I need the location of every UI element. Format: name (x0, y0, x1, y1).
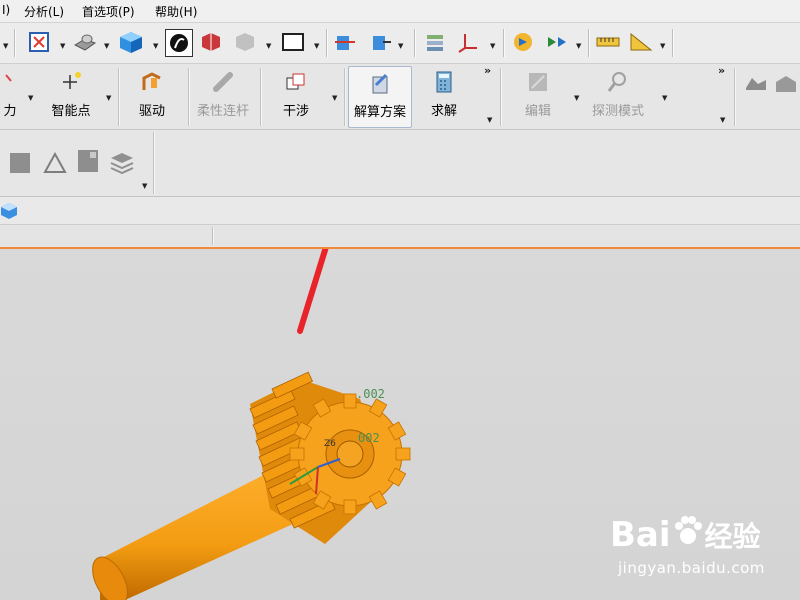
tab-strip (0, 225, 800, 249)
more-options-icon[interactable]: » (718, 64, 725, 77)
chevron-down-icon[interactable]: ▼ (487, 116, 492, 124)
ribbon-button-solve[interactable]: 求解 (420, 66, 468, 126)
secondary-toolbar: ▼ (0, 130, 800, 197)
flexible-link-icon (211, 70, 235, 94)
ribbon-button-interference[interactable]: 干涉 (270, 66, 322, 126)
watermark-url: jingyan.baidu.com (618, 559, 765, 577)
chevron-down-icon[interactable]: ▼ (398, 42, 403, 50)
more-options-icon[interactable]: » (484, 64, 491, 77)
ribbon-button-driver[interactable]: 驱动 (126, 66, 178, 126)
ribbon-label: 力 (3, 104, 17, 119)
part-cube-icon[interactable] (0, 202, 18, 223)
ribbon-label: 干涉 (282, 104, 309, 119)
probe-mode-icon (606, 70, 630, 94)
section-view-icon[interactable] (368, 29, 394, 55)
menu-item-analysis[interactable]: 分析(L) (24, 3, 64, 20)
chevron-down-icon[interactable]: ▼ (490, 42, 495, 50)
layer-settings-icon[interactable] (422, 29, 448, 55)
chevron-down-icon[interactable]: ▼ (576, 42, 581, 50)
ribbon-button-force[interactable]: 力 (0, 66, 20, 126)
ribbon-label: 柔性连杆 (196, 104, 249, 119)
chevron-down-icon[interactable]: ▼ (3, 42, 8, 50)
marker-label: 002 (358, 431, 380, 445)
menu-item-help[interactable]: 帮助(H) (155, 3, 197, 20)
shape-tools-icon (744, 70, 800, 94)
solve-icon (432, 70, 456, 94)
force-icon (0, 70, 22, 94)
motion-playback-icon[interactable] (510, 29, 536, 55)
menu-item-preferences[interactable]: 首选项(P) (82, 3, 135, 20)
translucent-icon[interactable] (232, 29, 258, 55)
angle-measure-icon[interactable] (628, 29, 654, 55)
chevron-down-icon[interactable]: ▼ (60, 42, 65, 50)
watermark-brand-cn: 经验 (704, 520, 761, 553)
view-toolbar: ▼ ▼ ▼ ▼ ▼ ▼ ▼ ▼ ▼ ▼ (0, 23, 800, 64)
ribbon-button-smart-point[interactable]: 智能点 (42, 66, 100, 126)
watermark-brand: Bai (610, 515, 671, 555)
chevron-down-icon[interactable]: ▼ (660, 42, 665, 50)
window-frame-icon[interactable] (280, 29, 306, 55)
orient-view-icon[interactable] (72, 29, 98, 55)
smart-point-icon (59, 70, 83, 94)
axis-label: Z6 (324, 439, 336, 449)
driver-icon (140, 70, 164, 94)
chevron-down-icon[interactable]: ▼ (720, 116, 725, 124)
ribbon-label: 探测模式 (591, 104, 644, 119)
edge-display-icon[interactable] (198, 29, 224, 55)
ribbon-label: 解算方案 (353, 105, 406, 120)
ribbon-label: 智能点 (51, 104, 91, 119)
ribbon-label: 求解 (430, 104, 457, 119)
fit-view-icon[interactable] (26, 29, 52, 55)
watermark-logo: Bai 经验 (610, 514, 761, 555)
stack-layers-icon[interactable] (108, 150, 136, 179)
marker-label: .002 (356, 387, 385, 401)
chevron-down-icon[interactable]: ▼ (662, 94, 667, 102)
measure-ruler-icon[interactable] (595, 29, 621, 55)
render-style-icon[interactable] (165, 29, 193, 57)
ribbon-label: 驱动 (138, 104, 165, 119)
chevron-down-icon[interactable]: ▼ (574, 94, 579, 102)
shaded-cube-icon[interactable] (118, 29, 144, 55)
chevron-down-icon[interactable]: ▼ (106, 94, 111, 102)
coordinate-system-icon[interactable] (456, 29, 482, 55)
solution-icon (368, 71, 392, 95)
interference-icon (284, 70, 308, 94)
chevron-down-icon[interactable]: ▼ (266, 42, 271, 50)
snap-view-icon[interactable] (332, 29, 358, 55)
chevron-down-icon[interactable]: ▼ (332, 94, 337, 102)
chevron-down-icon[interactable]: ▼ (314, 42, 319, 50)
tab-divider (212, 227, 214, 245)
menu-item-prev[interactable]: I) (2, 3, 10, 17)
edit-icon (526, 70, 550, 94)
chevron-down-icon[interactable]: ▼ (104, 42, 109, 50)
animation-icon[interactable] (544, 29, 570, 55)
paw-icon (671, 514, 705, 544)
ribbon-button-shapes[interactable] (744, 66, 800, 126)
chevron-down-icon[interactable]: ▼ (153, 42, 158, 50)
ribbon-button-probe-mode: 探测模式 (586, 66, 650, 126)
ribbon-label: 编辑 (524, 104, 551, 119)
chevron-down-icon[interactable]: ▼ (142, 182, 147, 190)
ribbon-button-flexible-link: 柔性连杆 (194, 66, 252, 126)
image-flag-icon[interactable] (76, 148, 102, 179)
navigator-row (0, 197, 800, 225)
ribbon-button-solution[interactable]: 解算方案 (348, 66, 412, 128)
solid-rect-icon[interactable] (8, 150, 34, 179)
chevron-down-icon[interactable]: ▼ (28, 94, 33, 102)
ribbon-toolbar: 力 ▼ 智能点 ▼ 驱动 柔性连杆 干涉 ▼ 解算方案 求解 » ▼ 编辑 ▼ … (0, 64, 800, 130)
triangle-icon[interactable] (42, 150, 68, 179)
menu-bar: I) 分析(L) 首选项(P) 帮助(H) (0, 0, 800, 23)
graphics-viewport[interactable]: .002 002 Z6 Bai 经验 jingyan.baidu.com (0, 249, 800, 600)
ribbon-button-edit: 编辑 (512, 66, 564, 126)
